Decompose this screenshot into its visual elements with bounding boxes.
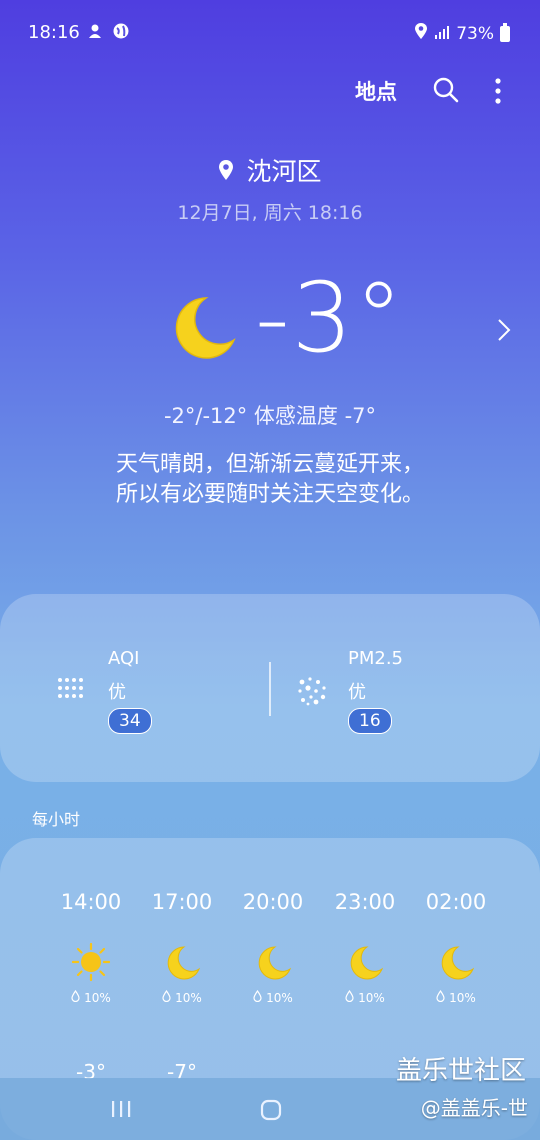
droplet-icon xyxy=(253,989,266,1005)
more-options-icon[interactable] xyxy=(488,76,508,106)
battery-icon xyxy=(500,22,510,42)
pm25-level: 优 xyxy=(348,682,366,703)
weather-description: 天气晴朗，但渐渐云蔓延开来， 所以有必要随时关注天空变化。 xyxy=(115,452,424,507)
notification-icon xyxy=(86,22,104,40)
watermark-author: @盖盖乐-世 xyxy=(420,1096,528,1120)
hour-time: 14:00 xyxy=(60,890,122,914)
hour-time: 23:00 xyxy=(334,890,396,914)
location-row: 沈河区 xyxy=(0,152,540,188)
droplet-icon xyxy=(162,989,175,1005)
precip-row: 10% xyxy=(46,989,136,1005)
recent-apps-icon[interactable] xyxy=(111,1100,131,1118)
droplet-icon xyxy=(345,989,358,1005)
location-name: 沈河区 xyxy=(246,157,322,186)
location-status-icon xyxy=(414,22,428,45)
hour-time: 20:00 xyxy=(242,890,304,914)
pm25-value-badge: 16 xyxy=(348,708,392,734)
divider xyxy=(269,662,271,716)
moon-icon xyxy=(436,942,476,982)
status-bar: 18:16 73% xyxy=(0,0,540,66)
search-icon[interactable] xyxy=(432,76,460,104)
location-button[interactable]: 地点 xyxy=(355,76,397,106)
droplet-icon xyxy=(71,989,84,1005)
hour-time: 02:00 xyxy=(425,890,487,914)
sun-icon xyxy=(71,942,111,982)
moon-icon xyxy=(253,942,293,982)
watermark-title: 盖乐世社区 xyxy=(395,1056,526,1086)
air-quality-card[interactable]: AQI 优 34 PM2.5 优 16 xyxy=(0,594,540,782)
aqi-value-badge: 34 xyxy=(108,708,152,734)
location-pin-icon xyxy=(218,159,234,181)
hour-time: 17:00 xyxy=(151,890,213,914)
date-time: 12月7日, 周六 18:16 xyxy=(177,202,363,224)
hourly-section-title: 每小时 xyxy=(32,810,81,829)
droplet-icon xyxy=(436,989,449,1005)
battery-percent: 73% xyxy=(456,23,494,44)
moon-icon xyxy=(345,942,385,982)
aqi-dots-icon xyxy=(56,674,84,702)
moon-icon xyxy=(162,942,202,982)
home-icon[interactable] xyxy=(260,1099,282,1121)
pm25-label: PM2.5 xyxy=(348,648,404,669)
signal-icon xyxy=(434,24,450,44)
temperature-range: -2°/-12° 体感温度 -7° xyxy=(163,404,377,428)
globe-icon xyxy=(112,22,130,40)
precip-row: 10% xyxy=(228,989,318,1005)
current-temperature: -3° xyxy=(255,262,405,374)
aqi-level: 优 xyxy=(108,682,126,703)
precip-row: 10% xyxy=(137,989,227,1005)
precip-row: 10% xyxy=(320,989,410,1005)
aqi-label: AQI xyxy=(108,648,140,669)
moon-icon xyxy=(168,292,238,362)
status-time: 18:16 xyxy=(28,22,80,43)
precip-row: 10% xyxy=(411,989,501,1005)
chevron-right-icon[interactable] xyxy=(497,318,511,342)
pm25-particles-icon xyxy=(296,674,326,706)
